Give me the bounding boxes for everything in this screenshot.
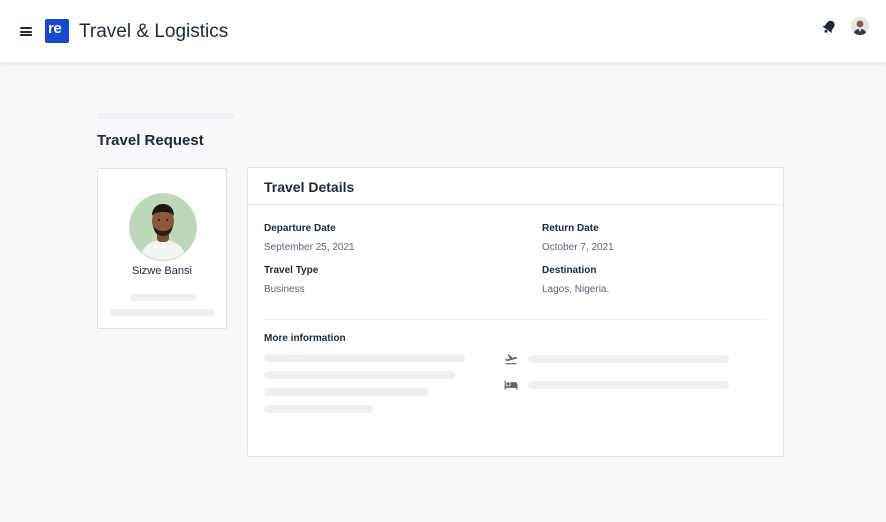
travel-details-card: Travel Details Departure Date September … [247,167,784,457]
app-logo[interactable]: re [45,19,69,43]
app-title: Travel & Logistics [79,21,229,42]
more-info-line-placeholder [264,405,373,413]
destination-label: Destination [542,265,597,276]
page-title: Travel Request [97,132,204,149]
departure-date-value: September 25, 2021 [264,242,355,253]
hamburger-menu-icon[interactable] [20,27,32,36]
more-information-label: More information [264,333,346,344]
flight-takeoff-icon [505,354,517,365]
travel-type-value: Business [264,284,305,295]
user-avatar[interactable] [851,17,869,35]
breadcrumb-placeholder [97,113,234,119]
destination-value: Lagos, Nigeria. [542,284,610,295]
profile-detail-placeholder [110,309,214,316]
more-info-line-placeholder [264,371,455,379]
travel-type-label: Travel Type [264,265,319,276]
profile-card: Sizwe Bansi [97,168,227,329]
more-info-line-placeholder [264,354,465,362]
more-info-line-placeholder [264,388,429,396]
hotel-info-placeholder [528,381,729,389]
section-divider [264,319,767,320]
profile-subtitle-placeholder [130,294,196,301]
top-navigation-bar: re Travel & Logistics [0,0,886,63]
profile-photo [129,193,197,261]
return-date-label: Return Date [542,223,599,234]
departure-date-label: Departure Date [264,223,336,234]
hotel-bed-icon [504,380,518,390]
return-date-value: October 7, 2021 [542,242,614,253]
flight-info-placeholder [528,355,729,363]
travel-details-header: Travel Details [248,168,783,205]
notification-bell-icon[interactable] [820,18,838,36]
travel-details-title: Travel Details [264,179,355,195]
logo-text: re [48,20,62,37]
profile-name: Sizwe Bansi [132,265,192,277]
